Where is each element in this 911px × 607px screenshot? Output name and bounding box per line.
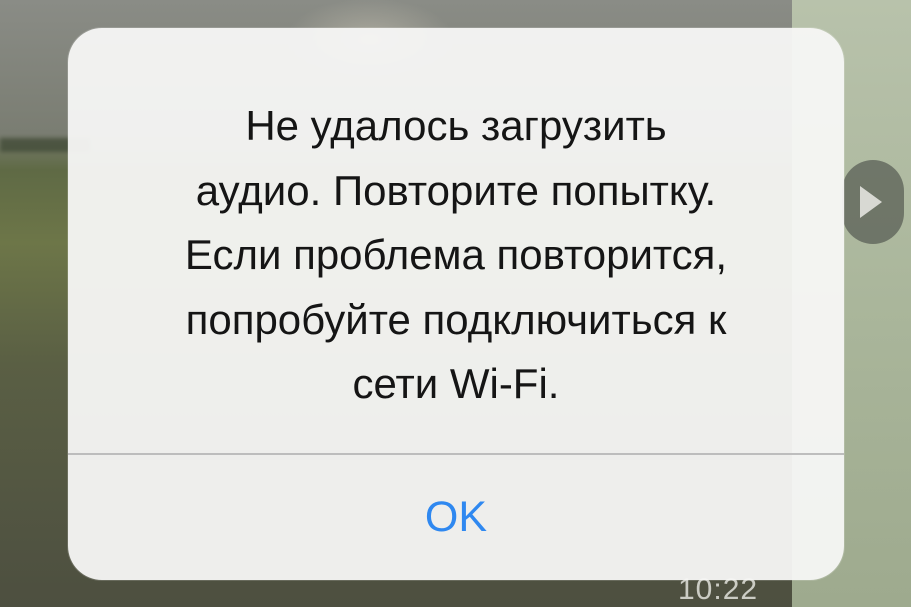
alert-message: Не удалось загрузить аудио. Повторите по… bbox=[184, 102, 728, 407]
forward-icon bbox=[860, 186, 882, 218]
forward-button[interactable] bbox=[842, 160, 904, 244]
ok-button[interactable]: OK bbox=[68, 455, 844, 580]
error-alert-dialog: Не удалось загрузить аудио. Повторите по… bbox=[68, 28, 844, 580]
